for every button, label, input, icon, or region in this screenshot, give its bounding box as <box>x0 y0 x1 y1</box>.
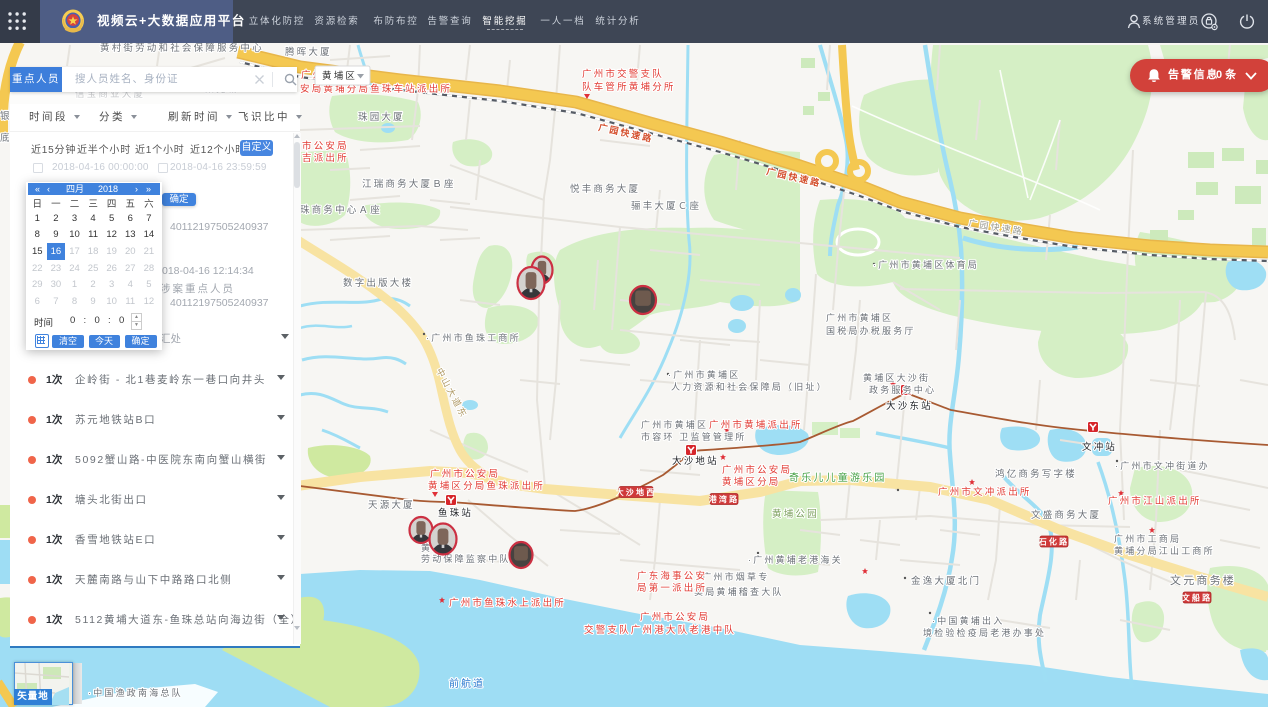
svg-text:国税局办税服务厅: 国税局办税服务厅 <box>826 325 916 336</box>
svg-text:珠商务中心Ａ座: 珠商务中心Ａ座 <box>300 204 382 216</box>
svg-text:广州市工商局: 广州市工商局 <box>1114 533 1181 544</box>
svg-text:黄埔区分局: 黄埔区分局 <box>722 476 781 488</box>
svg-text:文盛商务大厦: 文盛商务大厦 <box>1031 509 1101 521</box>
svg-text:天源大厦: 天源大厦 <box>368 499 415 511</box>
svg-text:广州市黄埔派出所: 广州市黄埔派出所 <box>709 419 803 431</box>
svg-text:珠园大厦: 珠园大厦 <box>358 111 405 123</box>
svg-text:鸿亿商务写字楼: 鸿亿商务写字楼 <box>995 468 1077 480</box>
svg-text:市公安局: 市公安局 <box>302 140 349 152</box>
svg-text:文元商务楼: 文元商务楼 <box>1170 573 1236 587</box>
svg-text:前航道: 前航道 <box>449 677 485 690</box>
svg-text:·广州市烟草专: ·广州市烟草专 <box>697 571 769 582</box>
svg-text:·广州市文冲街道办: ·广州市文冲街道办 <box>1115 460 1210 471</box>
svg-text:港湾路: 港湾路 <box>709 494 740 504</box>
svg-text:腾晖大厦: 腾晖大厦 <box>285 46 332 58</box>
svg-text:队车管所黄埔分所: 队车管所黄埔分所 <box>582 81 676 93</box>
svg-text:数字出版大楼: 数字出版大楼 <box>343 277 413 289</box>
svg-text:·广州黄埔老港海关: ·广州黄埔老港海关 <box>748 554 843 565</box>
svg-text:奇乐儿儿童游乐园: 奇乐儿儿童游乐园 <box>789 471 887 484</box>
svg-text:广州市公安局: 广州市公安局 <box>640 611 710 623</box>
svg-text:江瑞商务大厦Ｂ座: 江瑞商务大厦Ｂ座 <box>362 178 456 190</box>
svg-text:交警支队广州港大队老港中队: 交警支队广州港大队老港中队 <box>584 624 736 636</box>
svg-text:石化路: 石化路 <box>1038 537 1070 547</box>
svg-text:广州市黄埔区: 广州市黄埔区 <box>641 419 708 430</box>
svg-text:市容环 卫监管管理所: 市容环 卫监管管理所 <box>641 431 747 442</box>
svg-text:广州市公安局: 广州市公安局 <box>430 468 500 480</box>
svg-text:人力资源和社会保障局（旧址）: 人力资源和社会保障局（旧址） <box>671 381 828 392</box>
svg-text:·广州市黄埔区: ·广州市黄埔区 <box>668 369 740 380</box>
svg-text:广东海事公安: 广东海事公安 <box>637 570 707 582</box>
svg-text:境检验检疫局老港办事处: 境检验检疫局老港办事处 <box>923 627 1046 638</box>
svg-text:文冲站: 文冲站 <box>1082 441 1117 453</box>
svg-text:黄埔分局江山工商所: 黄埔分局江山工商所 <box>1114 545 1215 556</box>
svg-text:大沙地西: 大沙地西 <box>616 487 657 497</box>
svg-text:大沙东站: 大沙东站 <box>886 400 933 412</box>
svg-text:·广州市黄埔区体育局: ·广州市黄埔区体育局 <box>873 259 979 270</box>
svg-text:·中国黄埔出入: ·中国黄埔出入 <box>932 615 1004 626</box>
svg-text:广州市黄埔区: 广州市黄埔区 <box>826 312 893 323</box>
svg-text:黄埔区大沙街: 黄埔区大沙街 <box>863 372 930 383</box>
svg-text:大沙地站: 大沙地站 <box>672 455 719 467</box>
svg-text:黄埔区: 黄埔区 <box>322 70 357 82</box>
svg-text:文船路: 文船路 <box>1182 593 1213 603</box>
svg-text:广州市交警支队: 广州市交警支队 <box>582 68 664 80</box>
svg-text:广州市公安局: 广州市公安局 <box>722 464 792 476</box>
svg-text:政务服务中心: 政务服务中心 <box>869 384 936 395</box>
svg-text:广州市鱼珠水上派出所: 广州市鱼珠水上派出所 <box>449 597 566 609</box>
svg-text:黄埔公园: 黄埔公园 <box>772 508 819 520</box>
svg-text:·中国渔政南海总队: ·中国渔政南海总队 <box>88 687 183 698</box>
svg-text:骊丰大厦Ｃ座: 骊丰大厦Ｃ座 <box>631 200 701 212</box>
svg-text:吉派出所: 吉派出所 <box>302 152 349 164</box>
svg-text:卖局黄埔稽查大队: 卖局黄埔稽查大队 <box>694 586 784 597</box>
svg-text:·广州市鱼珠工商所: ·广州市鱼珠工商所 <box>426 332 521 343</box>
svg-text:悦丰商务大厦: 悦丰商务大厦 <box>570 183 640 195</box>
svg-text:鱼珠站: 鱼珠站 <box>438 507 473 519</box>
svg-text:广州市江山派出所: 广州市江山派出所 <box>1108 495 1202 507</box>
svg-text:黄埔区分局鱼珠派出所: 黄埔区分局鱼珠派出所 <box>428 480 545 492</box>
svg-text:金逸大厦北门: 金逸大厦北门 <box>911 575 981 587</box>
svg-text:局第一派出所: 局第一派出所 <box>637 582 707 594</box>
svg-text:黄村街劳动和社会保障服务中心: 黄村街劳动和社会保障服务中心 <box>100 42 264 54</box>
svg-text:劳动保障监察中队: 劳动保障监察中队 <box>421 553 511 564</box>
svg-text:广州市文冲派出所: 广州市文冲派出所 <box>938 486 1032 498</box>
